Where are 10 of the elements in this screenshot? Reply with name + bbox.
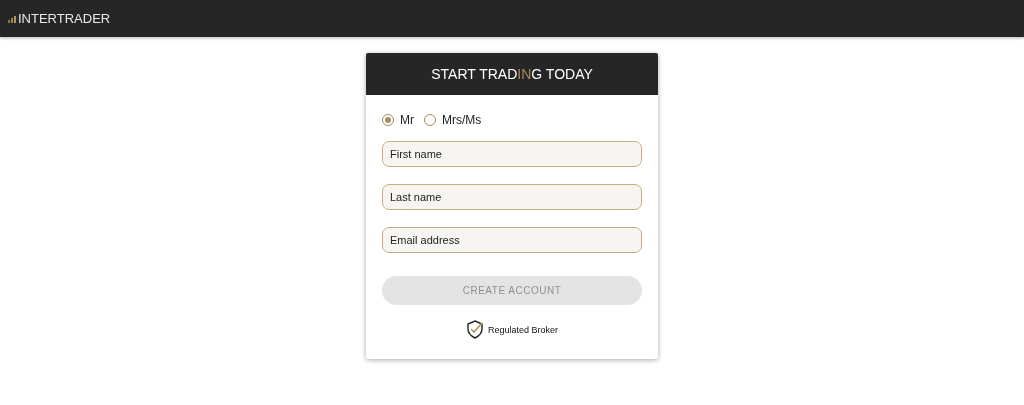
logo-text[interactable]: INTERTRADER [18,11,111,26]
regulated-broker-label: Regulated Broker [487,324,558,335]
signal-bars-icon [8,15,17,23]
radio-option[interactable]: Mrs/Ms [424,113,482,127]
input-field[interactable]: Email address [382,227,642,253]
input-field[interactable]: Last name [382,184,642,210]
radio-option[interactable]: Mr [382,113,414,127]
shield-check-icon [465,320,484,339]
card-title: START TRADING TODAY [431,66,593,82]
input-field[interactable]: First name [382,141,642,167]
